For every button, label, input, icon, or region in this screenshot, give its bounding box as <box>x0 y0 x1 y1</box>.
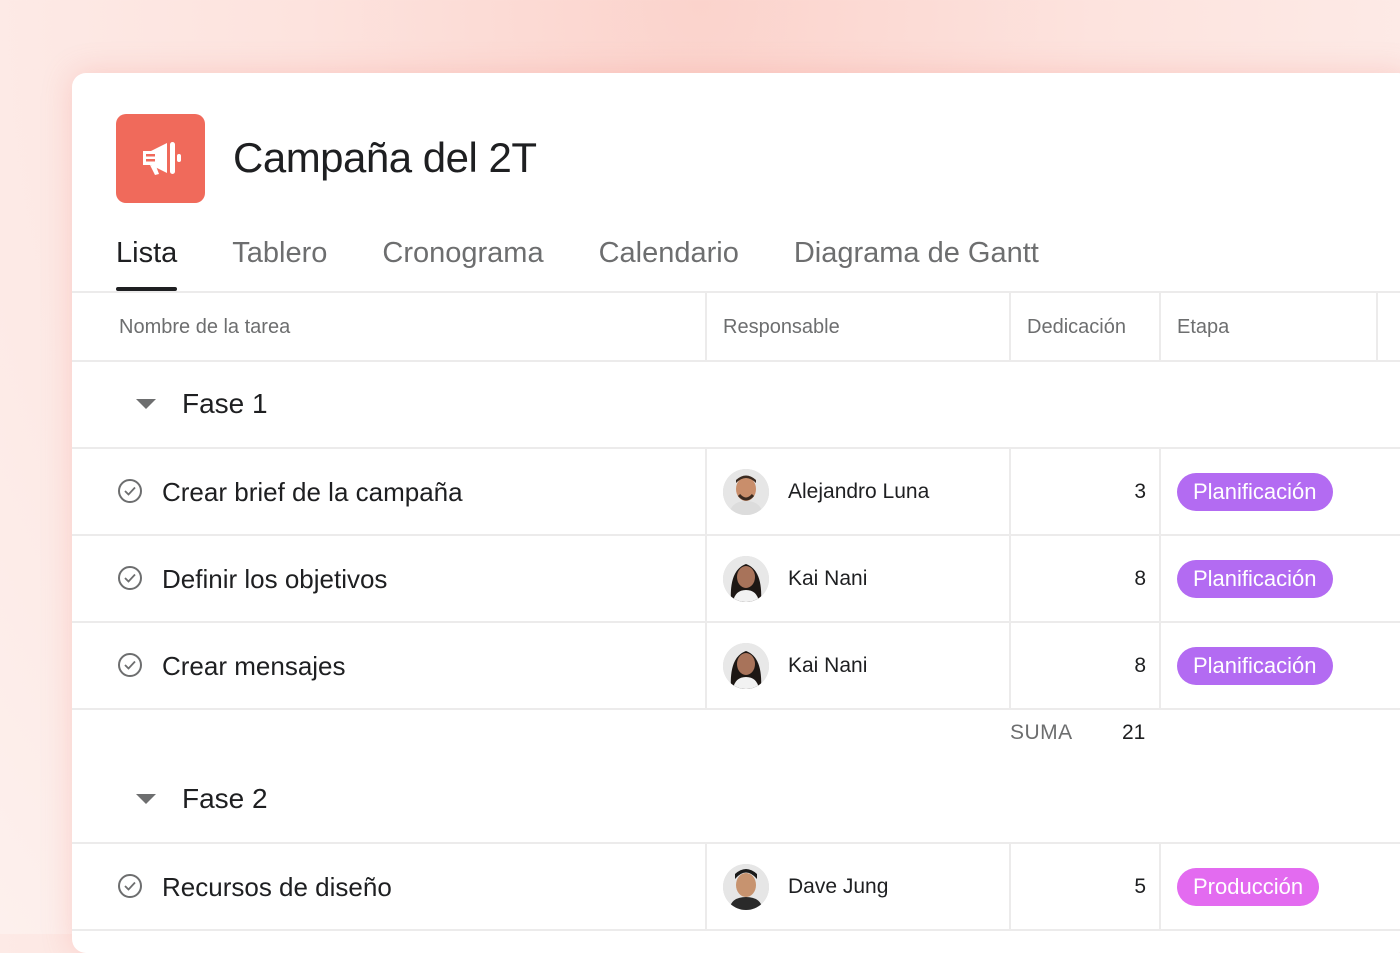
effort-value[interactable]: 3 <box>1010 449 1146 535</box>
project-header: Campaña del 2T <box>116 113 537 203</box>
column-divider <box>1009 844 1011 930</box>
page-title: Campaña del 2T <box>233 134 537 181</box>
effort-value[interactable]: 8 <box>1010 623 1146 709</box>
tab-tablero[interactable]: Tablero <box>232 233 327 291</box>
tab-diagrama-de-gantt[interactable]: Diagrama de Gantt <box>794 233 1039 291</box>
task-name[interactable]: Definir los objetivos <box>162 536 387 622</box>
project-panel: Campaña del 2T Lista Tablero Cronograma … <box>72 73 1400 953</box>
table-row[interactable]: Crear mensajes Kai Nani 8 Planificación <box>72 623 1400 709</box>
avatar[interactable] <box>723 556 769 602</box>
column-header-assignee[interactable]: Responsable <box>723 293 840 361</box>
column-divider <box>1009 293 1011 361</box>
tab-calendario[interactable]: Calendario <box>599 233 739 291</box>
column-header-effort[interactable]: Dedicación <box>1027 293 1126 361</box>
assignee-name[interactable]: Kai Nani <box>788 623 867 709</box>
effort-value[interactable]: 5 <box>1010 844 1146 930</box>
stage-badge[interactable]: Producción <box>1177 868 1320 906</box>
divider <box>72 929 1400 931</box>
assignee-name[interactable]: Kai Nani <box>788 536 867 622</box>
column-divider <box>1009 449 1011 709</box>
divider <box>72 708 1400 710</box>
sum-value: 21 <box>1122 721 1146 744</box>
caret-down-icon[interactable] <box>136 399 156 409</box>
table-row[interactable]: Recursos de diseño Dave Jung 5 Producció… <box>72 844 1400 930</box>
task-name[interactable]: Crear mensajes <box>162 623 346 709</box>
megaphone-icon[interactable] <box>116 113 205 203</box>
column-header-task[interactable]: Nombre de la tarea <box>119 293 290 361</box>
column-divider <box>1159 844 1161 930</box>
divider <box>72 360 1400 362</box>
table-row[interactable]: Definir los objetivos Kai Nani 8 Planifi… <box>72 536 1400 622</box>
avatar[interactable] <box>723 864 769 910</box>
section-fase-2: Fase 2 <box>72 756 268 842</box>
caret-down-icon[interactable] <box>136 794 156 804</box>
stage-badge[interactable]: Planificación <box>1177 560 1333 598</box>
tab-cronograma[interactable]: Cronograma <box>382 233 543 291</box>
section-fase-1: Fase 1 <box>72 361 268 447</box>
avatar[interactable] <box>723 469 769 515</box>
column-header-stage[interactable]: Etapa <box>1177 293 1229 361</box>
tab-lista[interactable]: Lista <box>116 233 178 291</box>
task-name[interactable]: Recursos de diseño <box>162 844 392 930</box>
column-divider <box>1159 449 1161 709</box>
check-circle-icon[interactable] <box>118 653 142 677</box>
task-name[interactable]: Crear brief de la campaña <box>162 449 463 535</box>
check-circle-icon[interactable] <box>118 566 142 590</box>
section-title: Fase 1 <box>182 388 268 419</box>
view-tabs: Lista Tablero Cronograma Calendario Diag… <box>116 233 1094 291</box>
table-row[interactable]: Crear brief de la campaña Alejandro Luna… <box>72 449 1400 535</box>
section-title: Fase 2 <box>182 783 268 814</box>
stage-badge[interactable]: Planificación <box>1177 647 1333 685</box>
check-circle-icon[interactable] <box>118 479 142 503</box>
assignee-name[interactable]: Dave Jung <box>788 844 888 930</box>
assignee-name[interactable]: Alejandro Luna <box>788 449 929 535</box>
check-circle-icon[interactable] <box>118 874 142 898</box>
column-divider <box>1376 293 1378 361</box>
effort-value[interactable]: 8 <box>1010 536 1146 622</box>
sum-label: SUMA <box>1010 721 1073 744</box>
column-divider <box>705 844 707 930</box>
column-divider <box>1159 293 1161 361</box>
column-divider <box>705 293 707 361</box>
column-divider <box>705 449 707 709</box>
stage-badge[interactable]: Planificación <box>1177 473 1333 511</box>
avatar[interactable] <box>723 643 769 689</box>
